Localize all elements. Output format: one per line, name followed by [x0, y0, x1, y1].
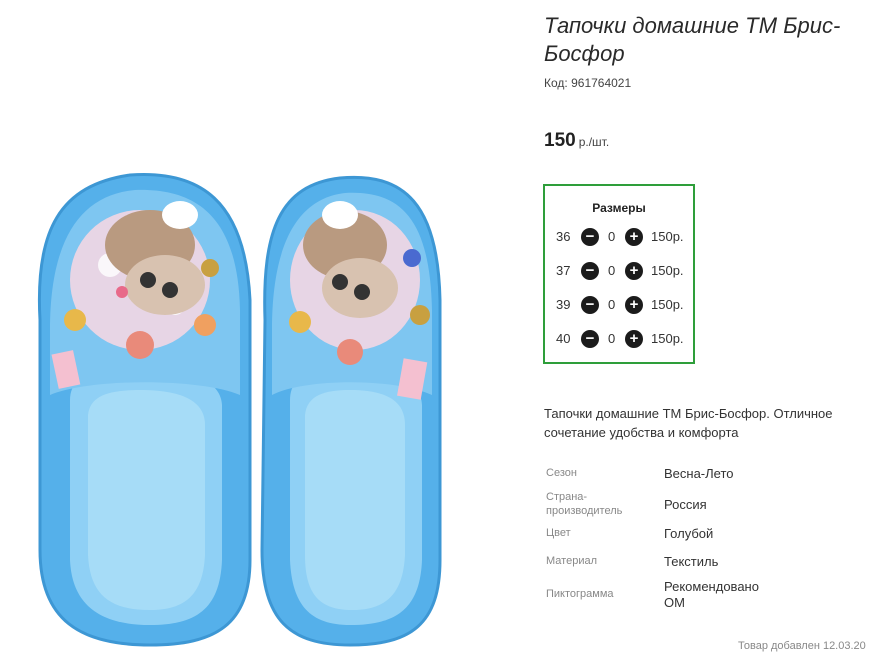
- minus-circle-icon[interactable]: −: [581, 330, 599, 348]
- plus-circle-icon[interactable]: +: [625, 228, 643, 246]
- added-date: Товар добавлен 12.03.20: [738, 640, 866, 652]
- size-quantity: 0: [608, 297, 616, 312]
- size-label: 37: [556, 263, 571, 278]
- size-price: 150р.: [651, 331, 684, 346]
- minus-circle-icon[interactable]: −: [581, 296, 599, 314]
- property-value: Рекомендовано ОМ: [664, 579, 759, 610]
- price-value: 150: [544, 130, 576, 151]
- plus-circle-icon[interactable]: +: [625, 330, 643, 348]
- size-label: 36: [556, 229, 571, 244]
- price-unit: р./шт.: [578, 135, 610, 149]
- product-code-value: 961764021: [571, 76, 632, 90]
- product-description: Тапочки домашние ТМ Брис-Босфор. Отлично…: [544, 406, 833, 440]
- size-quantity: 0: [608, 331, 616, 346]
- size-row-39: 39 − 0 + 150р.: [545, 295, 693, 315]
- property-key: Страна-производитель: [546, 491, 623, 517]
- property-value: Россия: [664, 497, 707, 512]
- sizes-title: Размеры: [592, 201, 646, 215]
- product-code-label: Код:: [544, 76, 568, 90]
- size-row-40: 40 − 0 + 150р.: [545, 329, 693, 349]
- size-price: 150р.: [651, 297, 684, 312]
- product-title: Тапочки домашние ТМ Брис-Босфор: [544, 13, 841, 66]
- size-row-37: 37 − 0 + 150р.: [545, 261, 693, 281]
- property-key: Материал: [546, 555, 597, 567]
- minus-circle-icon[interactable]: −: [581, 228, 599, 246]
- slippers-image: [37, 172, 442, 647]
- property-key: Пиктограмма: [546, 588, 614, 600]
- sizes-panel: Размеры 36 − 0 + 150р. 37 − 0 + 150р. 39…: [543, 184, 695, 364]
- product-price: 150 р./шт.: [544, 130, 609, 152]
- property-value: Голубой: [664, 526, 714, 541]
- size-quantity: 0: [608, 229, 616, 244]
- size-quantity: 0: [608, 263, 616, 278]
- product-code: Код: 961764021: [544, 76, 631, 90]
- plus-circle-icon[interactable]: +: [625, 296, 643, 314]
- product-photo[interactable]: [0, 0, 520, 653]
- property-value: Текстиль: [664, 554, 719, 569]
- property-key: Цвет: [546, 527, 571, 539]
- size-row-36: 36 − 0 + 150р.: [545, 227, 693, 247]
- size-price: 150р.: [651, 263, 684, 278]
- size-price: 150р.: [651, 229, 684, 244]
- minus-circle-icon[interactable]: −: [581, 262, 599, 280]
- plus-circle-icon[interactable]: +: [625, 262, 643, 280]
- property-value: Весна-Лето: [664, 466, 734, 481]
- property-key: Сезон: [546, 467, 577, 479]
- size-label: 39: [556, 297, 571, 312]
- size-label: 40: [556, 331, 571, 346]
